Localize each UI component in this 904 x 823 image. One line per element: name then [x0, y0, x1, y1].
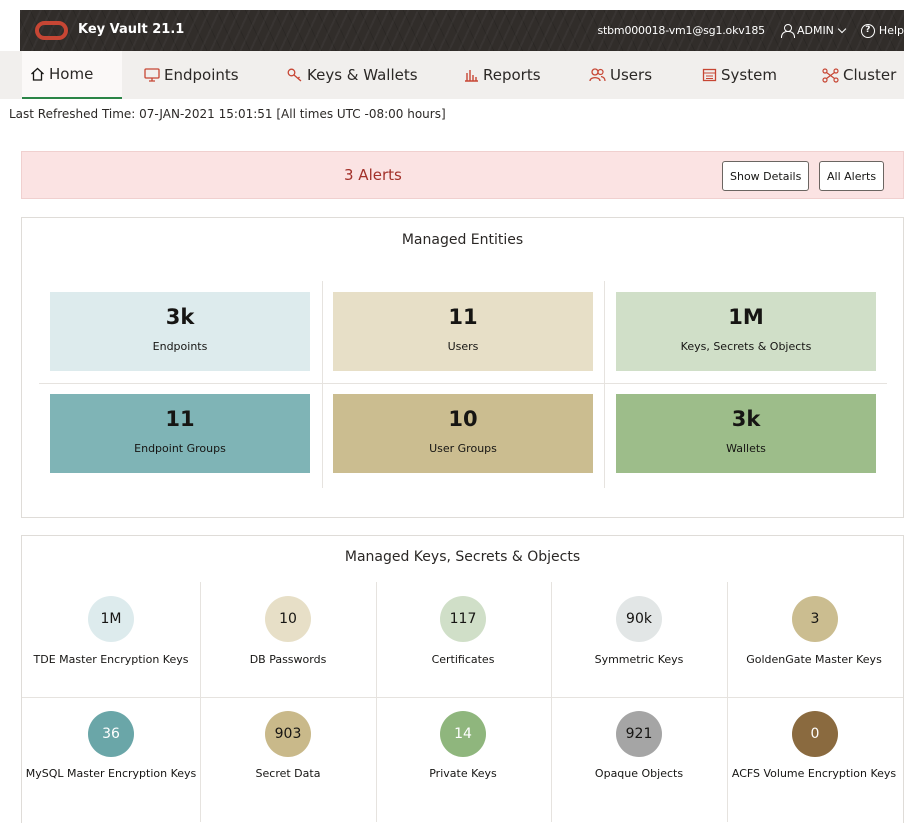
- entity-tile-wallets[interactable]: 3k Wallets: [616, 394, 876, 473]
- object-count-certificates[interactable]: 117: [440, 596, 486, 642]
- divider: [376, 582, 377, 822]
- tile-value: 10: [448, 407, 478, 431]
- help-icon: ?: [860, 23, 875, 38]
- tab-label: Reports: [483, 66, 541, 84]
- tile-label: Users: [447, 340, 479, 353]
- tab-home[interactable]: Home: [22, 51, 122, 99]
- app-header: Key Vault 21.1 stbm000018-vm1@sg1.okv185…: [20, 10, 904, 51]
- object-label: Secret Data: [255, 767, 321, 780]
- host-name: stbm000018-vm1@sg1.okv185: [597, 24, 766, 37]
- panel-title: Managed Entities: [401, 232, 524, 248]
- tile-label: Endpoints: [152, 340, 208, 353]
- divider: [200, 582, 201, 822]
- divider: [551, 582, 552, 822]
- panel-title: Managed Keys, Secrets & Objects: [344, 549, 581, 565]
- entity-tile-endpoints[interactable]: 3k Endpoints: [50, 292, 310, 371]
- divider: [604, 281, 605, 488]
- tab-users[interactable]: Users: [589, 51, 652, 99]
- tab-keys-wallets[interactable]: Keys & Wallets: [287, 51, 418, 99]
- entity-tile-users[interactable]: 11 Users: [333, 292, 593, 371]
- cluster-icon: [822, 67, 839, 83]
- object-label: Private Keys: [429, 767, 497, 780]
- tab-label: Home: [49, 65, 94, 83]
- divider: [39, 383, 887, 384]
- tile-label: User Groups: [429, 442, 497, 455]
- tile-value: 3k: [731, 407, 761, 431]
- alerts-banner: 3 Alerts Show Details All Alerts: [21, 151, 904, 199]
- tab-label: Cluster: [843, 66, 897, 84]
- object-count-mysql-master-keys[interactable]: 36: [88, 711, 134, 757]
- object-count-goldengate-master-keys[interactable]: 3: [792, 596, 838, 642]
- oracle-logo-icon: [35, 21, 68, 40]
- home-icon: [30, 67, 45, 81]
- alerts-count[interactable]: 3 Alerts: [344, 166, 402, 184]
- tab-label: System: [721, 66, 777, 84]
- object-label: TDE Master Encryption Keys: [33, 653, 189, 666]
- app-title: Key Vault 21.1: [78, 22, 185, 37]
- all-alerts-button[interactable]: All Alerts: [819, 161, 885, 191]
- entity-tile-keys-secrets-objects[interactable]: 1M Keys, Secrets & Objects: [616, 292, 876, 371]
- tab-cluster[interactable]: Cluster: [822, 51, 896, 99]
- help-menu[interactable]: ? Help: [860, 23, 904, 38]
- tab-label: Users: [610, 66, 653, 84]
- user-menu-label: ADMIN: [796, 24, 834, 37]
- managed-objects-panel: Managed Keys, Secrets & Objects 1M TDE M…: [21, 535, 904, 823]
- divider: [22, 697, 903, 698]
- monitor-icon: [144, 68, 160, 82]
- tile-label: Endpoint Groups: [134, 442, 226, 455]
- tile-value: 11: [448, 305, 478, 329]
- tab-system[interactable]: System: [702, 51, 777, 99]
- users-icon: [589, 68, 606, 82]
- user-icon: [780, 24, 795, 38]
- object-count-tde-master-keys[interactable]: 1M: [88, 596, 134, 642]
- object-label: GoldenGate Master Keys: [746, 653, 882, 666]
- object-count-secret-data[interactable]: 903: [265, 711, 311, 757]
- object-label: MySQL Master Encryption Keys: [25, 767, 197, 780]
- tab-endpoints[interactable]: Endpoints: [144, 51, 239, 99]
- object-label: Opaque Objects: [594, 767, 684, 780]
- show-details-button[interactable]: Show Details: [722, 161, 810, 191]
- tab-label: Keys & Wallets: [307, 66, 418, 84]
- object-count-symmetric-keys[interactable]: 90k: [616, 596, 662, 642]
- system-icon: [702, 68, 717, 82]
- object-label: Symmetric Keys: [594, 653, 684, 666]
- managed-entities-panel: Managed Entities 3k Endpoints 11 Users 1…: [21, 217, 904, 518]
- tab-reports[interactable]: Reports: [464, 51, 541, 99]
- user-menu[interactable]: ADMIN: [780, 24, 847, 38]
- tile-value: 11: [165, 407, 195, 431]
- tile-value: 1M: [728, 305, 764, 329]
- tile-label: Keys, Secrets & Objects: [680, 340, 812, 353]
- main-nav: Home Endpoints Keys & Wallets Reports Us…: [0, 51, 904, 99]
- chevron-down-icon: [837, 24, 847, 34]
- help-label: Help: [878, 24, 904, 37]
- bar-chart-icon: [464, 68, 479, 82]
- tile-label: Wallets: [726, 442, 766, 455]
- object-count-db-passwords[interactable]: 10: [265, 596, 311, 642]
- divider: [322, 281, 323, 488]
- entity-tile-endpoint-groups[interactable]: 11 Endpoint Groups: [50, 394, 310, 473]
- entity-tile-user-groups[interactable]: 10 User Groups: [333, 394, 593, 473]
- tab-label: Endpoints: [164, 66, 239, 84]
- object-label: ACFS Volume Encryption Keys: [731, 767, 897, 780]
- object-count-private-keys[interactable]: 14: [440, 711, 486, 757]
- object-label: DB Passwords: [249, 653, 327, 666]
- divider: [727, 582, 728, 822]
- last-refreshed-time: Last Refreshed Time: 07-JAN-2021 15:01:5…: [9, 107, 446, 121]
- tile-value: 3k: [165, 305, 195, 329]
- object-count-acfs-volume-keys[interactable]: 0: [792, 711, 838, 757]
- object-count-opaque-objects[interactable]: 921: [616, 711, 662, 757]
- key-icon: [287, 68, 303, 82]
- header-actions: stbm000018-vm1@sg1.okv185 ADMIN ? Help: [598, 10, 904, 51]
- object-label: Certificates: [431, 653, 495, 666]
